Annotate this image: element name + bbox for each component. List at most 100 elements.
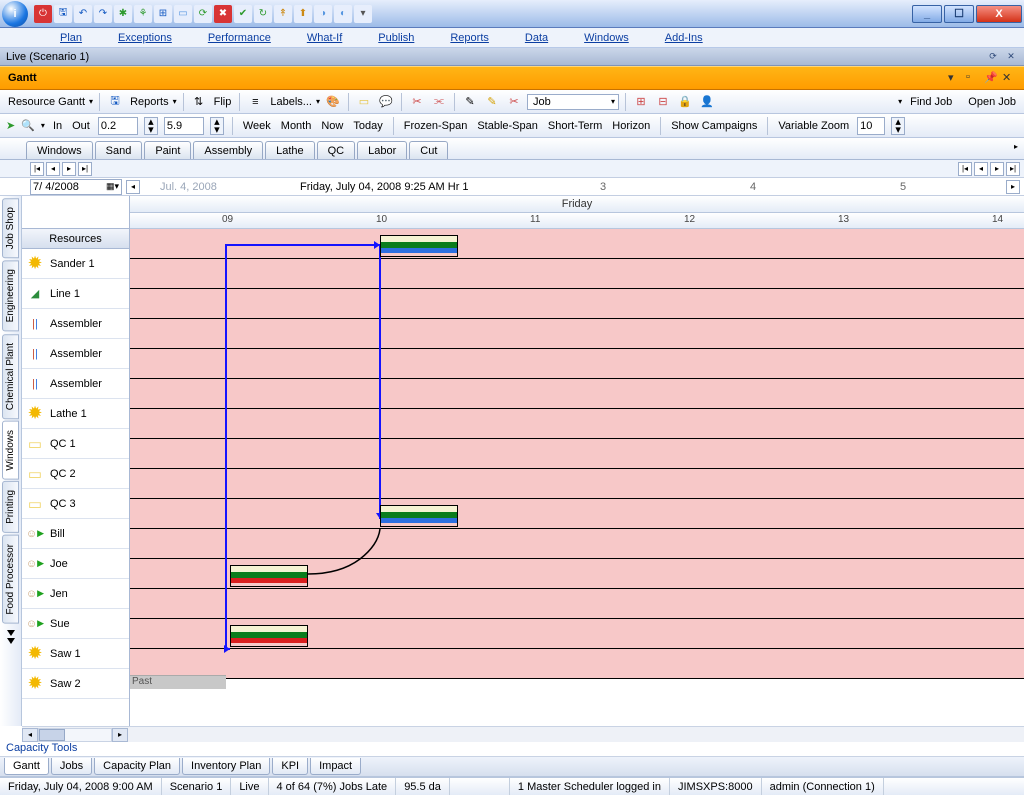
spinner[interactable]: ▴▾ (210, 117, 224, 135)
job-bar[interactable]: Job 4 (380, 505, 458, 527)
qat-icon[interactable]: ⬆ (294, 5, 312, 23)
gantt-lane[interactable] (130, 649, 1024, 679)
flip-button[interactable]: Flip (212, 96, 234, 108)
frozen-span-button[interactable]: Frozen-Span (402, 120, 470, 132)
maximize-button[interactable]: ☐ (944, 5, 974, 23)
refresh-icon[interactable]: ⟳ (194, 5, 212, 23)
labels-icon[interactable]: ≡ (246, 93, 264, 111)
cut-links-icon[interactable]: ✂ (408, 93, 426, 111)
close-button[interactable]: X (976, 5, 1022, 23)
stable-span-button[interactable]: Stable-Span (475, 120, 540, 132)
next-button[interactable]: ▸ (62, 162, 76, 176)
close-panel-icon[interactable]: ✕ (1004, 50, 1018, 64)
menu-whatif[interactable]: What-If (307, 32, 342, 44)
gantt-lane[interactable] (130, 379, 1024, 409)
month-button[interactable]: Month (279, 120, 314, 132)
gantt-lane[interactable] (130, 529, 1024, 559)
menu-performance[interactable]: Performance (208, 32, 271, 44)
menu-exceptions[interactable]: Exceptions (118, 32, 172, 44)
bottom-tab-kpi[interactable]: KPI (272, 758, 308, 775)
qat-icon[interactable]: ◐ (334, 5, 352, 23)
resource-row[interactable]: ☺▶Jen (22, 579, 129, 609)
resource-row[interactable]: ◢Line 1 (22, 279, 129, 309)
last-button-r[interactable]: ▸| (1006, 162, 1020, 176)
qat-icon[interactable]: ✱ (114, 5, 132, 23)
qat-icon[interactable]: 🖫 (54, 5, 72, 23)
resource-row[interactable]: ✹Lathe 1 (22, 399, 129, 429)
tab-scroll-icon[interactable]: ▸ (1014, 142, 1018, 151)
date-picker[interactable]: 7/ 4/2008▦▾ (30, 179, 122, 195)
wand2-icon[interactable]: ✎ (483, 93, 501, 111)
now-button[interactable]: Now (319, 120, 345, 132)
qat-icon[interactable]: ↟ (274, 5, 292, 23)
bottom-tab-impact[interactable]: Impact (310, 758, 361, 775)
note-icon[interactable]: ▭ (355, 93, 373, 111)
gantt-chart[interactable]: Friday 09 10 11 12 13 14 Job 4 (130, 196, 1024, 726)
menu-publish[interactable]: Publish (378, 32, 414, 44)
vtab-chemical-plant[interactable]: Chemical Plant (2, 334, 19, 419)
qat-dropdown-icon[interactable]: ▾ (354, 5, 372, 23)
qat-icon[interactable]: ⊞ (154, 5, 172, 23)
qat-icon[interactable]: ↻ (254, 5, 272, 23)
resource-row[interactable]: ▭QC 1 (22, 429, 129, 459)
resource-row[interactable]: ☺▶Joe (22, 549, 129, 579)
spinner[interactable]: ▴▾ (891, 117, 905, 135)
bottom-tab-inventory-plan[interactable]: Inventory Plan (182, 758, 270, 775)
resource-row[interactable]: ☺▶Bill (22, 519, 129, 549)
gantt-lane[interactable] (130, 439, 1024, 469)
qat-icon[interactable]: ⏻ (34, 5, 52, 23)
qat-icon[interactable]: ✔ (234, 5, 252, 23)
find-job-button[interactable]: Find Job (908, 96, 954, 108)
vtab-printing[interactable]: Printing (2, 481, 19, 533)
qat-icon[interactable]: ⚘ (134, 5, 152, 23)
vtab-engineering[interactable]: Engineering (2, 260, 19, 331)
menu-addins[interactable]: Add-Ins (665, 32, 703, 44)
job-bar[interactable]: Job 4 (230, 565, 308, 587)
tree1-icon[interactable]: ⊞ (632, 93, 650, 111)
resource-row[interactable]: ||Assembler (22, 309, 129, 339)
labels-dropdown[interactable]: Labels...▾ (268, 96, 320, 108)
refresh-icon[interactable]: ⟳ (986, 50, 1000, 64)
app-logo[interactable]: i (2, 1, 28, 27)
menu-windows[interactable]: Windows (584, 32, 629, 44)
scroll-track[interactable] (38, 728, 112, 742)
tab-cut[interactable]: Cut (409, 141, 448, 159)
zoom-in-button[interactable]: In (51, 120, 64, 132)
gantt-body[interactable]: Job 4 Job 4 Job 4 Job 4 Past (130, 229, 1024, 689)
zoom-out-button[interactable]: Out (70, 120, 92, 132)
show-campaigns-button[interactable]: Show Campaigns (669, 120, 759, 132)
vtab-job-shop[interactable]: Job Shop (2, 198, 19, 258)
close-icon[interactable]: ✕ (1002, 71, 1016, 85)
tab-sand[interactable]: Sand (95, 141, 143, 159)
gantt-lane[interactable] (130, 469, 1024, 499)
dropdown-icon[interactable]: ▾ (948, 71, 962, 85)
menu-reports[interactable]: Reports (450, 32, 489, 44)
lock-icon[interactable]: 🔒 (676, 93, 694, 111)
vtab-windows[interactable]: Windows (2, 421, 19, 480)
panel-icon[interactable]: ▫ (966, 71, 980, 85)
resource-gantt-dropdown[interactable]: Resource Gantt▾ (6, 96, 93, 108)
more-vtabs-icon[interactable] (7, 630, 15, 636)
resource-row[interactable]: ✹Sander 1 (22, 249, 129, 279)
today-button[interactable]: Today (351, 120, 384, 132)
zoom-in-value[interactable] (98, 117, 138, 135)
short-term-button[interactable]: Short-Term (546, 120, 604, 132)
gantt-lane[interactable] (130, 409, 1024, 439)
zoom-out-value[interactable] (164, 117, 204, 135)
tab-paint[interactable]: Paint (144, 141, 191, 159)
open-job-button[interactable]: Open Job (966, 96, 1018, 108)
undo-icon[interactable]: ↶ (74, 5, 92, 23)
gantt-lane[interactable] (130, 499, 1024, 529)
prev-button[interactable]: ◂ (46, 162, 60, 176)
palette-icon[interactable]: 🎨 (324, 93, 342, 111)
vtab-food-processor[interactable]: Food Processor (2, 535, 19, 624)
week-button[interactable]: Week (241, 120, 273, 132)
job-bar[interactable]: Job 4 (380, 235, 458, 257)
menu-plan[interactable]: Plan (60, 32, 82, 44)
gantt-lane[interactable] (130, 589, 1024, 619)
reports-dropdown[interactable]: Reports▾ (128, 96, 177, 108)
gantt-lane[interactable] (130, 289, 1024, 319)
scroll-thumb[interactable] (39, 729, 65, 741)
last-button[interactable]: ▸| (78, 162, 92, 176)
flip-icon[interactable]: ⇅ (190, 93, 208, 111)
